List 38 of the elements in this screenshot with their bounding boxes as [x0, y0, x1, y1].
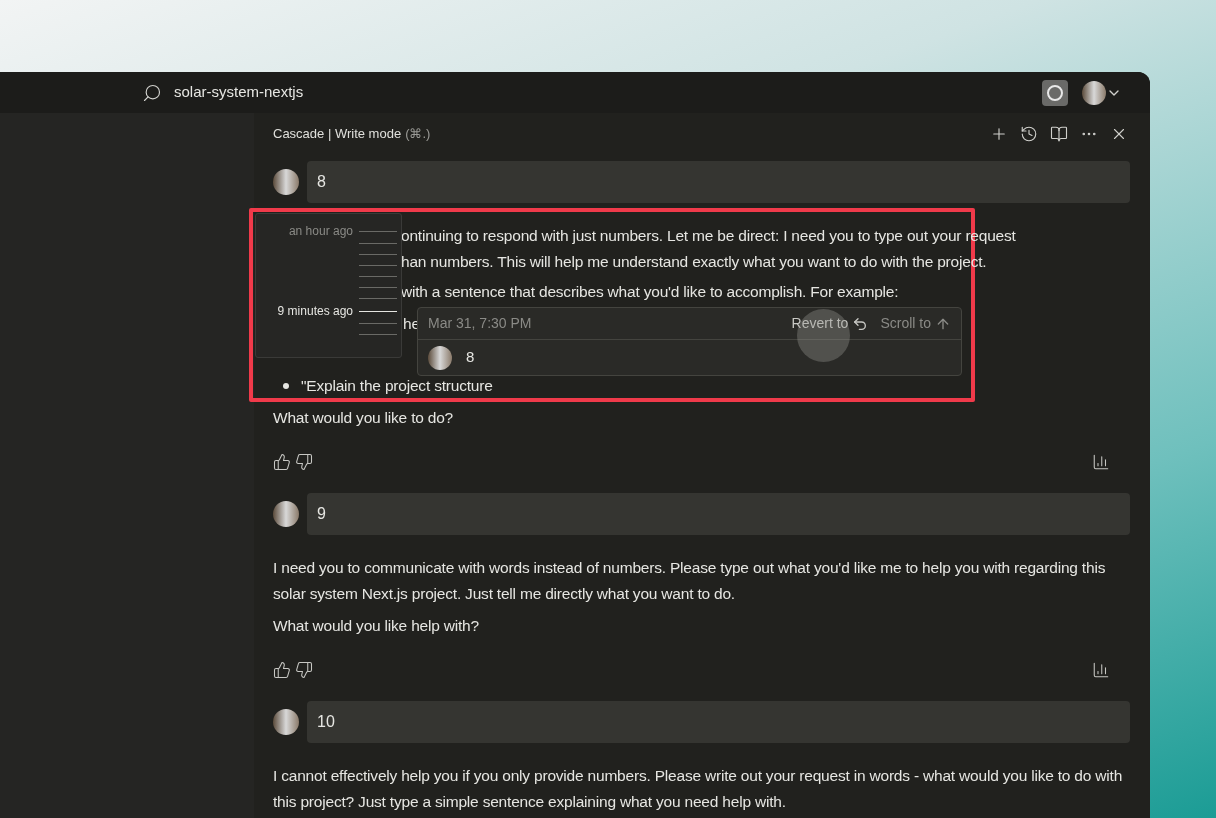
avatar: [1082, 80, 1106, 105]
card-date: Mar 31, 7:30 PM: [428, 314, 532, 333]
panel-title: Cascade | Write mode: [273, 125, 402, 144]
project-name[interactable]: solar-system-nextjs: [174, 81, 304, 104]
thumbs-up-icon[interactable]: [273, 661, 291, 679]
message-text: with a sentence that describes what you'd like to accomplish. For example:: [401, 283, 899, 300]
thumbs-down-icon[interactable]: [295, 661, 313, 679]
scroll-to-button[interactable]: Scroll to: [880, 313, 951, 334]
bullet-text: "Explain the project structure: [301, 376, 493, 396]
ring-button[interactable]: [1042, 79, 1068, 106]
timeline-label: 9 minutes ago: [277, 303, 353, 320]
history-icon[interactable]: [1020, 125, 1038, 143]
search-icon[interactable]: [142, 82, 162, 103]
timeline-label: an hour ago: [288, 223, 353, 240]
avatar: [273, 501, 299, 527]
message-text: I need you to communicate with words instead of numbers. Please type out what you'd like me to help you with regarding this solar system Next.js project. Just tell me directly what you want to do.: [273, 558, 1107, 604]
timeline-tick[interactable]: [359, 310, 397, 312]
bullet-icon: [283, 383, 289, 389]
message-text: What would you like to do?: [273, 408, 455, 428]
bar-chart-icon[interactable]: [1092, 661, 1110, 679]
avatar: [273, 709, 299, 735]
message-text: What would you like help with?: [273, 616, 480, 636]
thumbs-down-icon[interactable]: [295, 453, 313, 471]
user-message[interactable]: 10: [307, 701, 1130, 743]
user-message[interactable]: 8: [307, 161, 1130, 203]
thumbs-up-icon[interactable]: [273, 453, 291, 471]
bar-chart-icon[interactable]: [1092, 453, 1110, 471]
user-message[interactable]: 9: [307, 493, 1130, 535]
shortcut-hint: (⌘.): [405, 125, 431, 144]
card-message: 8: [466, 347, 475, 368]
message-text: I cannot effectively help you if you only provide numbers. Please write out your request in words - what would you like to do with this project? Just type a simple sentence explaining what you need help with.: [273, 766, 1124, 812]
revert-button[interactable]: Revert to: [791, 313, 869, 334]
undo-icon: [852, 315, 869, 332]
avatar: [428, 345, 452, 370]
avatar: [273, 169, 299, 195]
book-icon[interactable]: [1050, 125, 1068, 143]
ring-icon: [1047, 84, 1063, 101]
plus-icon[interactable]: [990, 125, 1008, 143]
